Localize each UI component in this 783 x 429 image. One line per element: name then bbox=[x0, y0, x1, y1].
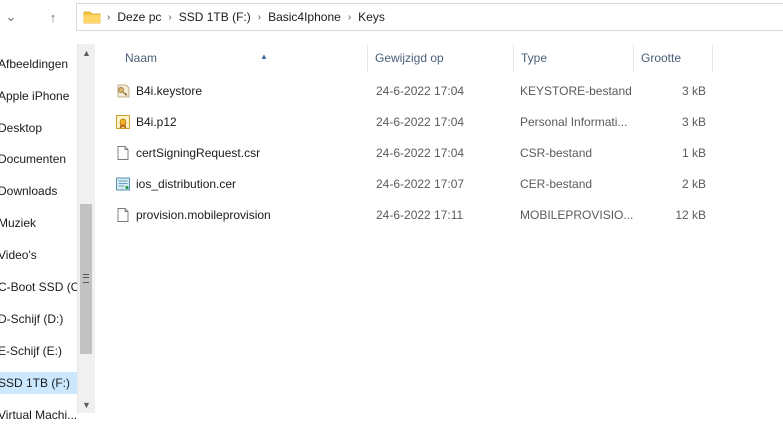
chevron-right-icon[interactable]: › bbox=[166, 12, 173, 23]
column-header-size[interactable]: Grootte bbox=[634, 45, 713, 72]
file-type: MOBILEPROVISIO... bbox=[520, 208, 634, 222]
sidebar-item-muziek[interactable]: Muziek bbox=[0, 212, 78, 234]
certificate-file-icon bbox=[116, 115, 130, 129]
generic-file-icon bbox=[117, 208, 129, 222]
folder-icon bbox=[83, 11, 101, 24]
scroll-up-icon[interactable]: ▲ bbox=[78, 44, 95, 61]
scroll-down-icon[interactable]: ▼ bbox=[78, 396, 95, 413]
generic-file-icon bbox=[117, 146, 129, 160]
table-row[interactable]: ios_distribution.cer 24-6-2022 17:07 CER… bbox=[98, 173, 713, 195]
file-type: Personal Informati... bbox=[520, 115, 628, 129]
keystore-file-icon bbox=[117, 84, 130, 98]
sidebar-item-apple-iphone[interactable]: Apple iPhone bbox=[0, 85, 78, 107]
column-header-name[interactable]: ▲ Naam bbox=[118, 45, 368, 72]
sidebar-item-e-drive[interactable]: E-Schijf (E:) bbox=[0, 340, 78, 362]
sidebar-scrollbar[interactable]: ▲ ▼ bbox=[77, 44, 95, 413]
column-header-modified[interactable]: Gewijzigd op bbox=[368, 45, 514, 72]
file-modified: 24-6-2022 17:04 bbox=[376, 84, 465, 98]
file-size: 2 kB bbox=[681, 177, 706, 191]
file-modified: 24-6-2022 17:04 bbox=[376, 115, 465, 129]
column-header-type[interactable]: Type bbox=[514, 45, 634, 72]
file-size: 12 kB bbox=[675, 208, 706, 222]
breadcrumb-item[interactable]: Keys bbox=[353, 10, 390, 24]
breadcrumb-item[interactable]: SSD 1TB (F:) bbox=[174, 10, 256, 24]
sidebar-item-c-drive[interactable]: C-Boot SSD (C:) bbox=[0, 276, 78, 298]
breadcrumb-item[interactable]: Deze pc bbox=[112, 10, 166, 24]
dropdown-chevron-icon[interactable]: ⌄ bbox=[2, 8, 20, 26]
file-name: B4i.keystore bbox=[136, 84, 203, 98]
chevron-right-icon[interactable]: › bbox=[346, 12, 353, 23]
file-name: certSigningRequest.csr bbox=[136, 146, 261, 160]
arrow-up-icon[interactable]: ↑ bbox=[44, 8, 62, 26]
file-modified: 24-6-2022 17:07 bbox=[376, 177, 465, 191]
breadcrumb-item[interactable]: Basic4Iphone bbox=[263, 10, 346, 24]
navigation-pane: Afbeeldingen Apple iPhone Desktop Docume… bbox=[0, 44, 78, 429]
table-row[interactable]: B4i.p12 24-6-2022 17:04 Personal Informa… bbox=[98, 111, 713, 133]
file-name: provision.mobileprovision bbox=[136, 208, 271, 222]
sidebar-item-f-drive[interactable]: SSD 1TB (F:) bbox=[0, 372, 78, 394]
scrollbar-thumb[interactable] bbox=[80, 204, 92, 354]
table-row[interactable]: provision.mobileprovision 24-6-2022 17:1… bbox=[98, 204, 713, 226]
file-size: 3 kB bbox=[681, 84, 706, 98]
table-row[interactable]: certSigningRequest.csr 24-6-2022 17:04 C… bbox=[98, 142, 713, 164]
sidebar-item-d-drive[interactable]: D-Schijf (D:) bbox=[0, 308, 78, 330]
file-type: CSR-bestand bbox=[520, 146, 593, 160]
file-modified: 24-6-2022 17:04 bbox=[376, 146, 465, 160]
file-type: KEYSTORE-bestand bbox=[520, 84, 632, 98]
sidebar-item-afbeeldingen[interactable]: Afbeeldingen bbox=[0, 53, 78, 75]
top-bar: ⌄ ↑ › Deze pc › SSD 1TB (F:) › Basic4Iph… bbox=[0, 0, 783, 34]
table-row[interactable]: B4i.keystore 24-6-2022 17:04 KEYSTORE-be… bbox=[98, 80, 713, 102]
file-size: 1 kB bbox=[681, 146, 706, 160]
chevron-right-icon[interactable]: › bbox=[256, 12, 263, 23]
file-type: CER-bestand bbox=[520, 177, 593, 191]
sidebar-item-videos[interactable]: Video's bbox=[0, 244, 78, 266]
file-name: ios_distribution.cer bbox=[136, 177, 237, 191]
file-name: B4i.p12 bbox=[136, 115, 177, 129]
chevron-right-icon: › bbox=[107, 11, 111, 23]
file-modified: 24-6-2022 17:11 bbox=[376, 208, 464, 222]
file-size: 3 kB bbox=[681, 115, 706, 129]
sidebar-item-virtual-machines[interactable]: Virtual Machi... bbox=[0, 404, 78, 426]
sort-ascending-icon: ▲ bbox=[260, 52, 268, 61]
breadcrumb: › Deze pc › SSD 1TB (F:) › Basic4Iphone … bbox=[77, 4, 390, 30]
column-header-row: ▲ Naam Gewijzigd op Type Grootte bbox=[98, 45, 713, 72]
sidebar-item-desktop[interactable]: Desktop bbox=[0, 117, 78, 139]
sidebar-item-documenten[interactable]: Documenten bbox=[0, 148, 78, 170]
sidebar-item-downloads[interactable]: Downloads bbox=[0, 180, 78, 202]
cer-file-icon bbox=[116, 177, 130, 191]
grip-icon bbox=[83, 274, 89, 283]
address-bar[interactable]: › Deze pc › SSD 1TB (F:) › Basic4Iphone … bbox=[76, 3, 783, 31]
